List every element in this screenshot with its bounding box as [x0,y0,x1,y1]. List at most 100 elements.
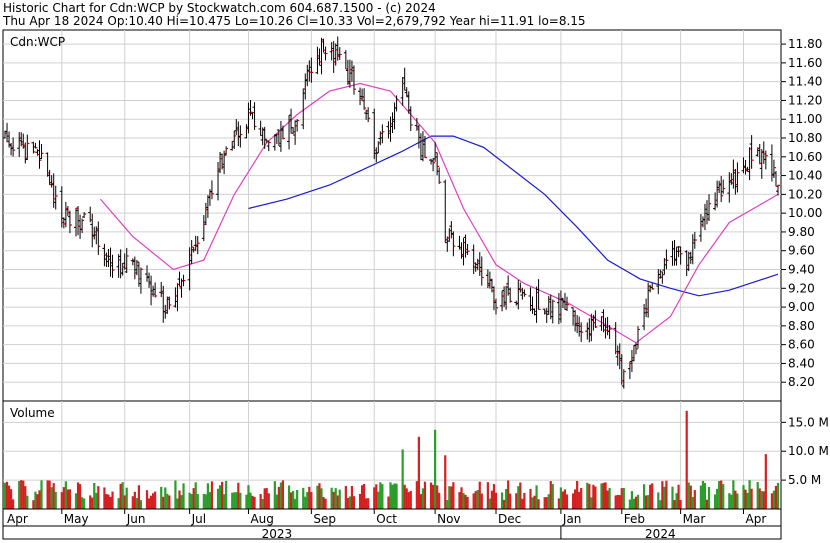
volume-bar [247,485,250,509]
volume-bar [277,486,280,509]
volume-bar [716,488,719,509]
volume-bar [586,482,589,509]
volume-bar [348,496,352,509]
volume-bar [5,481,9,509]
price-tick-label: 8.60 [788,338,815,352]
volume-bar [332,491,335,509]
volume-bar [661,481,664,509]
volume-bar [507,480,510,509]
volume-bar [62,487,65,509]
volume-tick-label: 15.0 M [788,415,829,429]
volume-bar [318,483,321,509]
volume-bar [565,494,569,509]
volume-bar [756,481,759,509]
volume-bar [563,489,567,509]
volume-bar [160,486,163,509]
volume-tick-label: 5.0 M [788,473,821,487]
volume-bar [431,484,435,509]
volume-bar [50,487,53,509]
volume-bar [235,492,238,509]
volume-bar [657,492,660,509]
volume-bar [405,488,408,509]
volume-bar [714,494,717,509]
volume-bar [772,490,776,509]
volume-bar [145,490,149,509]
volume-bar [233,492,236,509]
volume-bar [486,482,489,509]
volume-bar [419,494,423,509]
price-tick-label: 8.80 [788,319,815,333]
volume-bar [74,493,78,509]
volume-bar [192,488,195,509]
volume-bar [237,482,240,509]
volume-bar [764,454,767,509]
price-axis: 8.20 8.40 8.60 8.80 9.00 9.20 9.40 9.60 9.80 10.0… [781,37,822,389]
volume-bar [363,483,366,509]
volume-bar [379,482,382,509]
volume-bar [434,429,437,509]
volume-bar [103,487,106,509]
volume-bar [206,483,209,509]
volume-tick-label: 10.0 M [788,444,829,458]
volume-bar [614,495,617,509]
year-label: 2024 [645,527,676,541]
volume-bar [551,484,554,509]
volume-bar [188,492,191,509]
volume-panel-label: Volume [10,406,55,420]
volume-bar [620,488,623,509]
volume-bar [38,490,41,509]
volume-bar [344,485,347,509]
volume-bar [634,496,638,509]
volume-bar [174,480,177,509]
volume-bar [125,487,128,509]
volume-bar [679,500,682,509]
month-label: Jun [126,512,146,526]
volume-bar [263,488,266,509]
month-label: Apr [7,512,28,526]
volume-axis: 5.0 M 10.0 M 15.0 M [781,415,829,487]
volume-bar [474,491,477,509]
volume-bar [225,480,228,509]
volume-bar [83,498,86,509]
volume-bar [464,494,467,509]
volume-bar [294,498,297,509]
volume-bar [338,489,341,509]
volume-bar [728,493,731,509]
volume-bar [121,482,124,509]
volume-bar [89,495,92,509]
volume-bar [194,482,197,509]
volume-bar [500,492,504,509]
volume-bar [571,493,575,509]
volume-bar [208,492,212,509]
volume-bar [231,492,234,509]
volume-bar [302,487,305,509]
volume-bar [279,482,283,509]
price-tick-label: 11.40 [788,75,822,89]
volume-bar [7,485,11,509]
volume-bar [505,488,508,509]
volume-bar [675,493,678,509]
volume-bar [594,486,597,509]
volume-bar [462,493,465,509]
volume-bar [758,488,761,509]
volume-bar [636,494,640,509]
volume-bar [12,499,15,509]
volume-bar [54,491,57,509]
volume-bar [336,495,339,509]
volume-bar [588,483,591,509]
volume-bar [730,494,733,509]
volume-bar [32,500,35,509]
volume-bar [261,498,264,509]
volume-bar [734,490,737,509]
volume-bar [18,481,21,509]
volume-bar [316,485,319,509]
volume-bar [40,480,43,509]
volume-bar [154,491,157,509]
volume-bar [391,484,394,509]
volume-bar [446,499,449,509]
price-tick-label: 11.80 [788,37,822,51]
month-label: Jan [562,512,582,526]
volume-bar [265,488,268,509]
volume-bar [685,410,688,509]
volume-bar [281,480,285,509]
